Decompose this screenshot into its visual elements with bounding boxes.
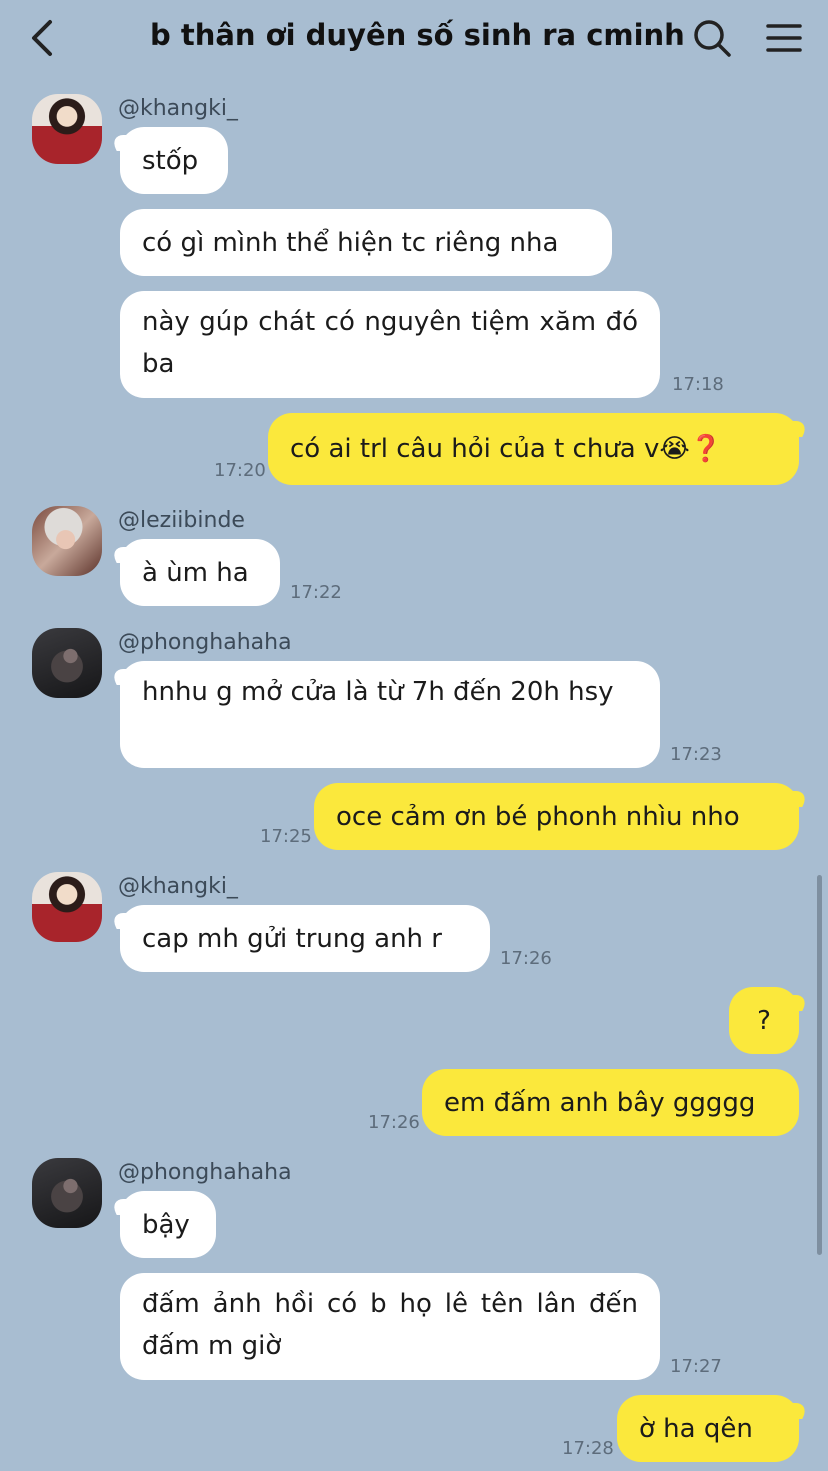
avatar[interactable] <box>32 872 102 942</box>
message-text: này gúp chát có nguyên tiệm xăm đó ba <box>142 307 638 379</box>
message-time: 17:27 <box>670 1356 722 1377</box>
message-text: cap mh gửi trung anh r <box>142 923 442 954</box>
message-text: đấm ảnh hồi có b họ lê tên lân đến đấm m… <box>142 1289 638 1361</box>
message-time: 17:18 <box>672 374 724 395</box>
hamburger-menu-icon[interactable] <box>764 18 804 58</box>
username: @phonghahaha <box>118 1160 292 1185</box>
message-time: 17:23 <box>670 744 722 765</box>
scrollbar[interactable] <box>817 875 822 1255</box>
message-bubble[interactable]: này gúp chát có nguyên tiệm xăm đó ba <box>120 291 660 398</box>
message-time: 17:22 <box>290 582 342 603</box>
message-bubble[interactable]: đấm ảnh hồi có b họ lê tên lân đến đấm m… <box>120 1273 660 1380</box>
message-text: có ai trl câu hỏi của t chưa v😭❓ <box>290 434 723 464</box>
chat-header: b thân ơi duyên số sinh ra cminh <box>0 0 828 78</box>
message-time: 17:20 <box>214 460 266 481</box>
message-bubble[interactable]: à ùm ha <box>120 539 280 606</box>
message-text: hnhu g mở cửa là từ 7h đến 20h hsy <box>142 677 614 707</box>
message-bubble[interactable]: hnhu g mở cửa là từ 7h đến 20h hsy <box>120 661 660 768</box>
message-text: ? <box>757 1005 771 1036</box>
chevron-left-icon[interactable] <box>26 16 62 60</box>
message-bubble[interactable]: bậy <box>120 1191 216 1258</box>
message-bubble[interactable]: oce cảm ơn bé phonh nhìu nho <box>314 783 799 850</box>
message-time: 17:26 <box>368 1112 420 1133</box>
message-text: ờ ha qên <box>639 1413 753 1444</box>
message-bubble[interactable]: cap mh gửi trung anh r <box>120 905 490 972</box>
message-bubble[interactable]: ờ ha qên <box>617 1395 799 1462</box>
avatar[interactable] <box>32 506 102 576</box>
message-text: có gì mình thể hiện tc riêng nha <box>142 227 559 258</box>
username: @phonghahaha <box>118 630 292 655</box>
message-time: 17:28 <box>562 1438 614 1459</box>
message-text: stốp <box>142 145 199 176</box>
avatar[interactable] <box>32 628 102 698</box>
chat-title: b thân ơi duyên số sinh ra cminh <box>150 18 685 52</box>
message-bubble[interactable]: em đấm anh bây ggggg <box>422 1069 799 1136</box>
username: @khangki_ <box>118 874 238 899</box>
username: @leziibinde <box>118 508 245 533</box>
message-bubble[interactable]: ? <box>729 987 799 1054</box>
message-text: à ùm ha <box>142 557 249 588</box>
message-time: 17:26 <box>500 948 552 969</box>
message-text: em đấm anh bây ggggg <box>444 1087 756 1118</box>
message-text: oce cảm ơn bé phonh nhìu nho <box>336 801 740 832</box>
avatar[interactable] <box>32 94 102 164</box>
message-bubble[interactable]: có ai trl câu hỏi của t chưa v😭❓ <box>268 413 799 485</box>
username: @khangki_ <box>118 96 238 121</box>
message-bubble[interactable]: stốp <box>120 127 228 194</box>
message-text: bậy <box>142 1209 190 1240</box>
avatar[interactable] <box>32 1158 102 1228</box>
message-time: 17:25 <box>260 826 312 847</box>
message-bubble[interactable]: có gì mình thể hiện tc riêng nha <box>120 209 612 276</box>
search-icon[interactable] <box>692 18 732 58</box>
